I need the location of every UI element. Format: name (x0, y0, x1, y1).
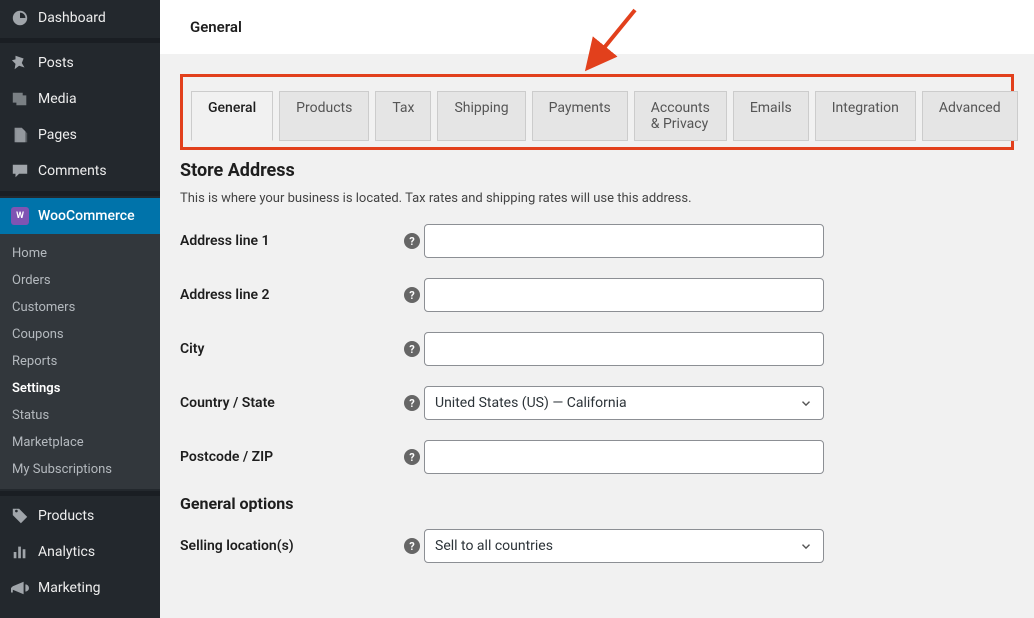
row-country: Country / State ? United States (US) — C… (180, 386, 1014, 420)
sidebar-item-label: Marketing (38, 580, 101, 596)
label-address1: Address line 1 (180, 233, 400, 249)
tab-integration[interactable]: Integration (815, 91, 916, 141)
row-address1: Address line 1 ? (180, 224, 1014, 258)
sidebar-item-label: Comments (38, 163, 107, 179)
submenu-item-home[interactable]: Home (0, 240, 160, 267)
comments-icon (10, 161, 30, 181)
label-selling-locations: Selling location(s) (180, 538, 400, 554)
sidebar-item-dashboard[interactable]: Dashboard (0, 0, 160, 36)
pages-icon (10, 125, 30, 145)
sidebar-item-analytics[interactable]: Analytics (0, 534, 160, 570)
tab-shipping[interactable]: Shipping (437, 91, 525, 141)
sidebar-item-label: Dashboard (38, 10, 106, 26)
help-icon: ? (404, 341, 420, 357)
submenu-item-subscriptions[interactable]: My Subscriptions (0, 456, 160, 483)
row-selling-locations: Selling location(s) ? Sell to all countr… (180, 529, 1014, 563)
page-title: General (190, 18, 242, 36)
tab-payments[interactable]: Payments (532, 91, 628, 141)
products-icon (10, 506, 30, 526)
admin-sidebar: Dashboard Posts Media Pages Comments W W… (0, 0, 160, 618)
help-selling-locations[interactable]: ? (400, 538, 424, 554)
sidebar-item-posts[interactable]: Posts (0, 45, 160, 81)
menu-separator (0, 191, 160, 196)
tab-advanced[interactable]: Advanced (922, 91, 1018, 141)
marketing-icon (10, 578, 30, 598)
sidebar-item-products[interactable]: Products (0, 498, 160, 534)
select-selling-locations[interactable]: Sell to all countries (424, 529, 824, 563)
menu-separator (0, 38, 160, 43)
store-address-desc: This is where your business is located. … (180, 191, 1014, 206)
sidebar-item-pages[interactable]: Pages (0, 117, 160, 153)
input-address1[interactable] (424, 224, 824, 258)
select-value: Sell to all countries (435, 538, 553, 554)
analytics-icon (10, 542, 30, 562)
page-header: General (160, 0, 1034, 54)
tab-emails[interactable]: Emails (733, 91, 809, 141)
sidebar-item-media[interactable]: Media (0, 81, 160, 117)
tab-accounts-privacy[interactable]: Accounts & Privacy (634, 91, 727, 141)
tab-tax[interactable]: Tax (375, 91, 431, 141)
sidebar-item-label: Analytics (38, 544, 95, 560)
help-address2[interactable]: ? (400, 287, 424, 303)
sidebar-item-comments[interactable]: Comments (0, 153, 160, 189)
media-icon (10, 89, 30, 109)
row-address2: Address line 2 ? (180, 278, 1014, 312)
help-icon: ? (404, 233, 420, 249)
help-postcode[interactable]: ? (400, 449, 424, 465)
help-city[interactable]: ? (400, 341, 424, 357)
label-postcode: Postcode / ZIP (180, 449, 400, 465)
sidebar-item-marketing[interactable]: Marketing (0, 570, 160, 606)
settings-tabs-highlight: General Products Tax Shipping Payments A… (180, 74, 1014, 150)
sidebar-item-woocommerce[interactable]: W WooCommerce (0, 198, 160, 234)
submenu-item-reports[interactable]: Reports (0, 348, 160, 375)
input-postcode[interactable] (424, 440, 824, 474)
label-country: Country / State (180, 395, 400, 411)
help-icon: ? (404, 449, 420, 465)
label-address2: Address line 2 (180, 287, 400, 303)
help-icon: ? (404, 538, 420, 554)
help-address1[interactable]: ? (400, 233, 424, 249)
sidebar-item-label: Pages (38, 127, 77, 143)
row-city: City ? (180, 332, 1014, 366)
help-icon: ? (404, 395, 420, 411)
sidebar-item-label: Products (38, 508, 94, 524)
chevron-down-icon (799, 396, 813, 410)
submenu-item-orders[interactable]: Orders (0, 267, 160, 294)
general-options-heading: General options (180, 494, 1014, 513)
woocommerce-submenu: Home Orders Customers Coupons Reports Se… (0, 234, 160, 489)
tab-products[interactable]: Products (279, 91, 369, 141)
input-city[interactable] (424, 332, 824, 366)
sidebar-item-label: Media (38, 91, 77, 107)
woo-icon: W (10, 206, 30, 226)
input-address2[interactable] (424, 278, 824, 312)
submenu-item-customers[interactable]: Customers (0, 294, 160, 321)
row-postcode: Postcode / ZIP ? (180, 440, 1014, 474)
select-country-state[interactable]: United States (US) — California (424, 386, 824, 420)
help-country[interactable]: ? (400, 395, 424, 411)
submenu-item-settings[interactable]: Settings (0, 375, 160, 402)
store-address-heading: Store Address (180, 160, 1014, 181)
sidebar-item-label: Posts (38, 55, 74, 71)
select-value: United States (US) — California (435, 395, 627, 411)
dashboard-icon (10, 8, 30, 28)
sidebar-item-label: WooCommerce (38, 208, 135, 224)
pin-icon (10, 53, 30, 73)
help-icon: ? (404, 287, 420, 303)
submenu-item-status[interactable]: Status (0, 402, 160, 429)
label-city: City (180, 341, 400, 357)
main-content: General General Products Tax Shipping Pa… (160, 0, 1034, 618)
chevron-down-icon (799, 539, 813, 553)
submenu-item-marketplace[interactable]: Marketplace (0, 429, 160, 456)
tab-general[interactable]: General (191, 91, 273, 141)
submenu-item-coupons[interactable]: Coupons (0, 321, 160, 348)
menu-separator (0, 491, 160, 496)
settings-content: General Products Tax Shipping Payments A… (160, 54, 1034, 583)
